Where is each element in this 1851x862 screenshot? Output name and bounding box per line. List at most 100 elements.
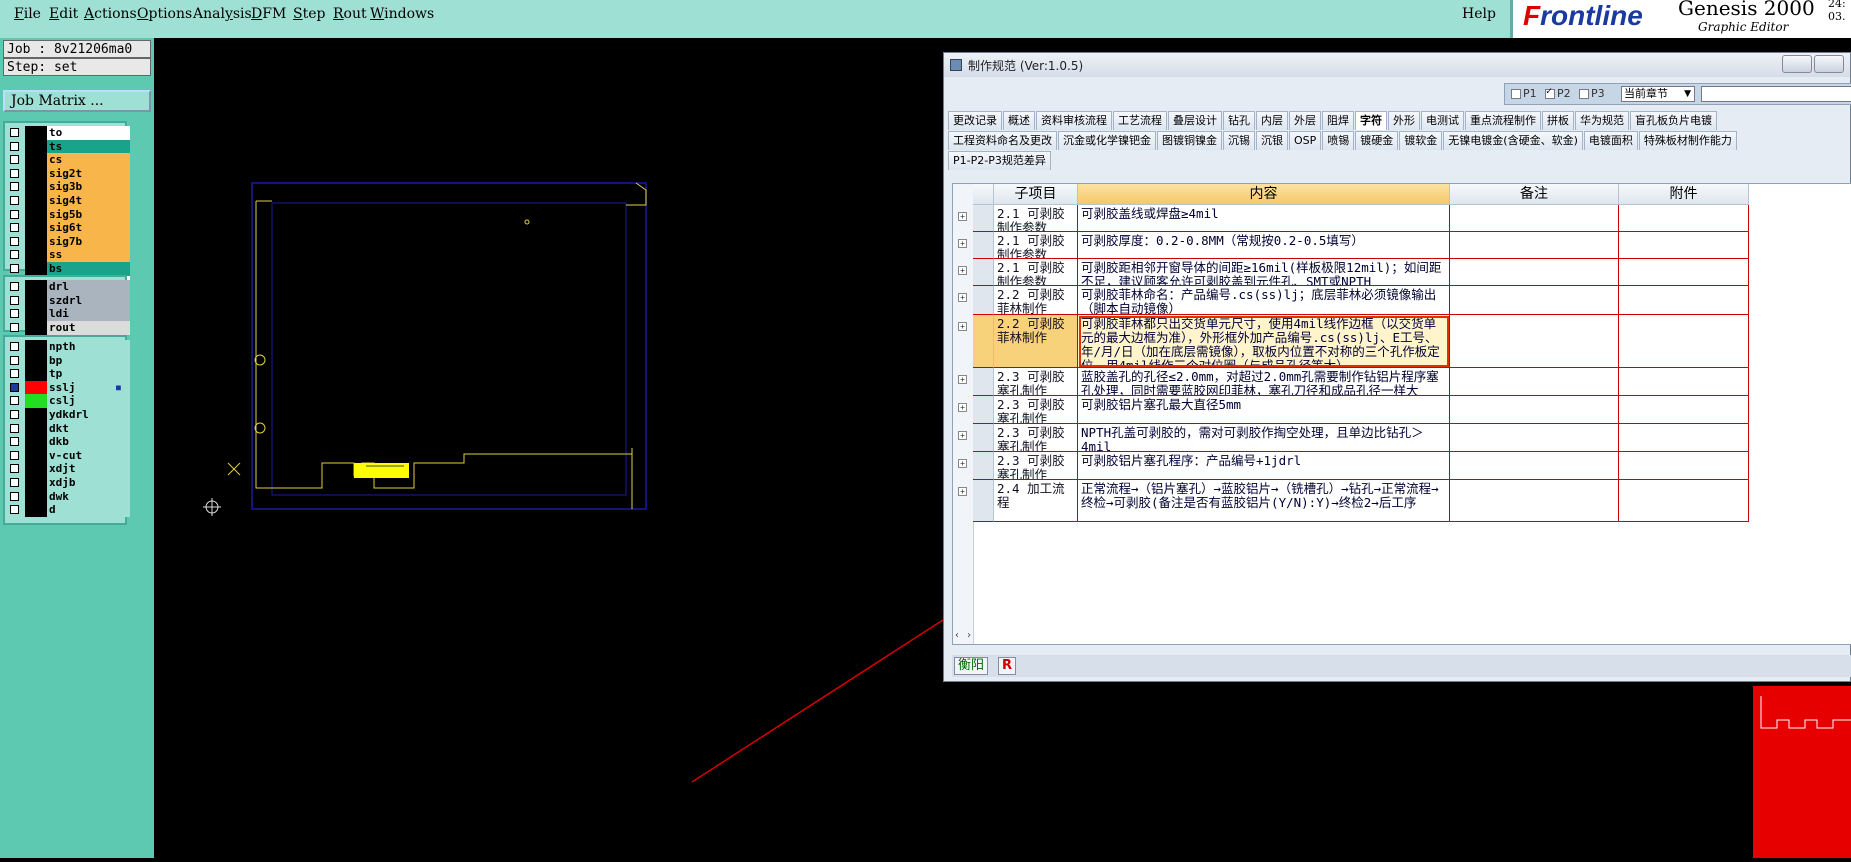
layer-name[interactable]: sig7b: [47, 234, 130, 249]
layer-color-swatch[interactable]: [25, 353, 47, 368]
menu-actions[interactable]: Actions: [84, 6, 137, 22]
layer-checkbox[interactable]: [10, 250, 19, 260]
layer-row-sig3b[interactable]: sig3b: [8, 180, 130, 195]
layer-name[interactable]: dkt: [47, 421, 130, 436]
maximize-button[interactable]: [1814, 55, 1844, 73]
row-selector[interactable]: [973, 315, 994, 368]
layer-name[interactable]: bs: [47, 262, 130, 276]
layer-checkbox[interactable]: [10, 396, 19, 406]
layer-name[interactable]: sig2t: [47, 166, 130, 181]
layer-color-swatch[interactable]: [25, 221, 47, 236]
tab-5[interactable]: OSP: [1289, 131, 1322, 150]
layer-name[interactable]: drl: [47, 280, 130, 294]
layer-color-swatch[interactable]: [25, 380, 47, 395]
layer-row-bp[interactable]: bp: [8, 353, 130, 368]
menu-edit[interactable]: Edit: [49, 6, 78, 22]
layer-row-sslj[interactable]: sslj ■: [8, 380, 130, 395]
row-selector[interactable]: [973, 424, 994, 452]
column-header[interactable]: 内容: [1078, 184, 1450, 205]
layer-row-dkt[interactable]: dkt: [8, 421, 130, 436]
layer-color-swatch[interactable]: [25, 448, 47, 463]
tab-10[interactable]: 电镀面积: [1583, 131, 1638, 150]
menu-windows[interactable]: Windows: [370, 6, 434, 22]
layer-checkbox[interactable]: [10, 382, 19, 392]
layer-name[interactable]: bp: [47, 353, 130, 368]
p3-checkbox[interactable]: [1579, 89, 1589, 99]
layer-checkbox[interactable]: [10, 196, 19, 205]
layer-name[interactable]: xdjb: [47, 476, 130, 490]
layer-color-swatch[interactable]: [25, 489, 47, 504]
tab-6[interactable]: 内层: [1256, 111, 1288, 130]
tab-6[interactable]: 喷锡: [1322, 131, 1355, 150]
expand-icon[interactable]: +: [958, 239, 967, 248]
layer-name[interactable]: sig6t: [47, 221, 130, 236]
layer-row-sig2t[interactable]: sig2t: [8, 166, 130, 181]
layer-row-szdrl[interactable]: szdrl: [8, 293, 130, 308]
scope-select[interactable]: 当前章节 ▼: [1621, 86, 1695, 102]
layer-name[interactable]: szdrl: [47, 293, 130, 308]
layer-row-ss[interactable]: ss: [8, 248, 130, 263]
column-header[interactable]: 附件: [1619, 184, 1749, 205]
layer-name[interactable]: cslj: [47, 394, 130, 409]
row-selector[interactable]: [973, 259, 994, 286]
tab-11[interactable]: 电测试: [1421, 111, 1464, 130]
tab-8[interactable]: 阻焊: [1322, 111, 1354, 130]
layer-color-swatch[interactable]: [25, 340, 47, 354]
layer-color-swatch[interactable]: [25, 320, 47, 335]
column-header[interactable]: 备注: [1450, 184, 1619, 205]
tab-9[interactable]: 字符: [1355, 111, 1387, 130]
layer-checkbox[interactable]: [10, 209, 19, 219]
tab-4[interactable]: 沉银: [1256, 131, 1288, 150]
layer-color-swatch[interactable]: [25, 367, 47, 382]
menu-step[interactable]: Step: [293, 6, 325, 22]
layer-name[interactable]: ts: [47, 139, 130, 154]
layer-row-cs[interactable]: cs: [8, 153, 130, 168]
expand-icon[interactable]: +: [958, 266, 967, 275]
search-input[interactable]: [1701, 86, 1851, 102]
menu-file[interactable]: File: [14, 6, 41, 22]
layer-row-xdjb[interactable]: xdjb: [8, 476, 130, 490]
layer-row-xdjt[interactable]: xdjt: [8, 462, 130, 477]
layer-name[interactable]: ydkdrl: [47, 408, 130, 422]
layer-color-swatch[interactable]: [25, 293, 47, 308]
layer-row-drl[interactable]: drl: [8, 280, 130, 294]
expand-icon[interactable]: +: [958, 431, 967, 440]
layer-row-v-cut[interactable]: v-cut: [8, 448, 130, 463]
layer-checkbox[interactable]: [10, 342, 19, 351]
tab-2[interactable]: 资料审核流程: [1036, 111, 1112, 130]
layer-checkbox[interactable]: [10, 505, 19, 515]
layer-checkbox[interactable]: [10, 309, 19, 319]
layer-name[interactable]: cs: [47, 153, 130, 168]
layer-checkbox[interactable]: [10, 155, 19, 165]
layer-color-swatch[interactable]: [25, 503, 47, 518]
layer-row-rout[interactable]: rout: [8, 320, 130, 335]
tab-0[interactable]: P1-P2-P3规范差异: [948, 151, 1051, 170]
tab-7[interactable]: 镀硬金: [1355, 131, 1399, 150]
column-header[interactable]: 子项目: [994, 184, 1078, 205]
layer-checkbox[interactable]: [10, 141, 19, 151]
expand-icon[interactable]: +: [958, 322, 967, 331]
layer-color-swatch[interactable]: [25, 166, 47, 181]
expand-icon[interactable]: +: [958, 459, 967, 468]
expand-icon[interactable]: +: [958, 403, 967, 412]
tab-5[interactable]: 钻孔: [1223, 111, 1255, 130]
layer-checkbox[interactable]: [10, 369, 19, 379]
layer-name[interactable]: tp: [47, 367, 130, 382]
row-selector[interactable]: [973, 286, 994, 315]
layer-name[interactable]: sig4t: [47, 194, 130, 208]
layer-checkbox[interactable]: [10, 478, 19, 487]
layer-row-npth[interactable]: npth: [8, 340, 130, 354]
layer-color-swatch[interactable]: [25, 421, 47, 436]
layer-checkbox[interactable]: [10, 450, 19, 460]
layer-color-swatch[interactable]: [25, 307, 47, 322]
row-selector[interactable]: [973, 232, 994, 259]
tab-15[interactable]: 盲孔板负片电镀: [1630, 111, 1717, 130]
menu-rout[interactable]: Rout: [333, 6, 367, 22]
layer-color-swatch[interactable]: [25, 394, 47, 409]
dialog-titlebar[interactable]: 制作规范 (Ver:1.0.5): [944, 53, 1850, 77]
row-selector[interactable]: [973, 368, 994, 396]
menu-options[interactable]: Options: [137, 6, 192, 22]
layer-checkbox[interactable]: [10, 410, 19, 419]
menu-help[interactable]: Help: [1462, 6, 1496, 22]
tab-7[interactable]: 外层: [1289, 111, 1321, 130]
